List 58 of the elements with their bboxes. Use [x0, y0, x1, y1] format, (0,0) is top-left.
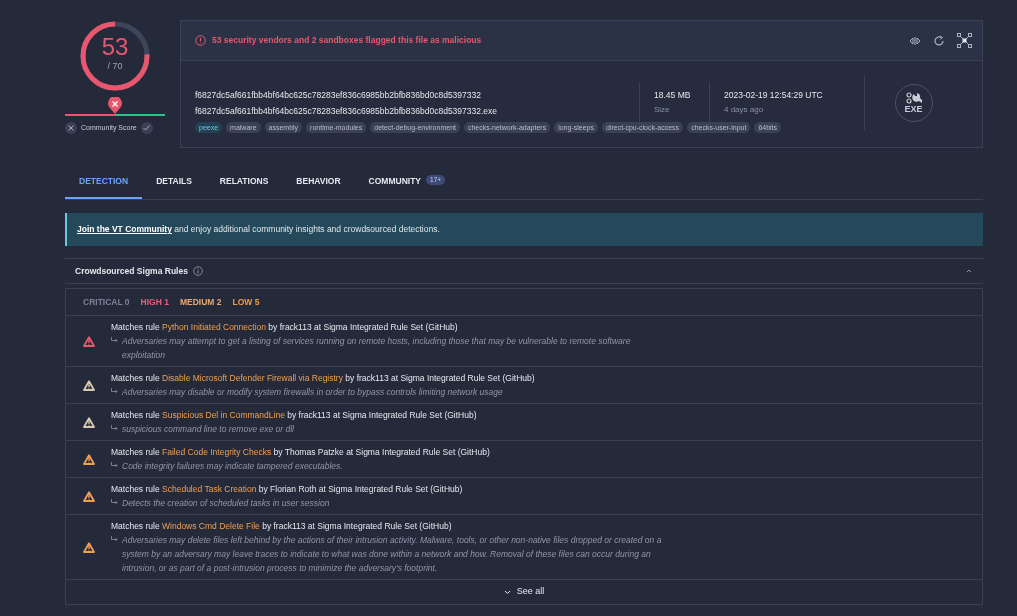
size-label: Size	[654, 104, 671, 117]
rule-match-text: Matches rule Suspicious Del in CommandLine by frack113 at Sigma Integrated Rule Set (GitHub)	[111, 409, 478, 422]
file-name: f6827dc5af661fbb4bf64bc625c78283ef836c6985bb2bfb836bd0c8d5397332.exe	[195, 104, 499, 117]
rule-name-link[interactable]: Failed Code Integrity Checks	[162, 447, 272, 457]
alert-icon	[195, 35, 206, 46]
rule-description: suspicious command line to remove exe or dll	[122, 423, 295, 436]
see-all-button[interactable]: See all	[503, 585, 545, 599]
rule-match-text: Matches rule Disable Microsoft Defender Firewall via Registry by frack113 at Sigma Integrated Rule Set (GitHub)	[111, 372, 536, 385]
file-size: 18.45 MB	[654, 88, 692, 102]
rule-name-link[interactable]: Scheduled Task Creation	[162, 484, 257, 494]
rule-name-link[interactable]: Disable Microsoft Defender Firewall via Registry	[162, 373, 343, 383]
chevron-down-icon	[503, 589, 511, 595]
tab[interactable]: BEHAVIOR	[282, 175, 355, 199]
reply-arrow-icon	[111, 499, 118, 505]
rule-match-text: Matches rule Failed Code Integrity Checks by Thomas Patzke at Sigma Integrated Rule Set (GitHub)	[111, 446, 491, 459]
section-title: Crowdsourced Sigma Rules	[75, 264, 188, 278]
rule-description: Detects the creation of scheduled tasks in user session	[122, 497, 331, 510]
detection-count: 53	[101, 34, 129, 61]
score-marker-icon	[108, 97, 122, 114]
rule-name-link[interactable]: Windows Cmd Delete File	[162, 521, 260, 531]
join-community-link[interactable]: Join the VT Community	[77, 224, 172, 235]
severity-filter[interactable]: LOW 5	[232, 295, 260, 309]
severity-filter[interactable]: MEDIUM 2	[179, 295, 222, 309]
severity-filter[interactable]: HIGH 1	[140, 295, 169, 309]
score-ring	[79, 20, 151, 92]
banner-text: Join the VT Community and enjoy additional community insights and crowdsourced detections.	[77, 223, 440, 236]
relative-date: 4 days ago	[724, 104, 765, 117]
reply-arrow-icon	[111, 337, 118, 343]
rule-match-text: Matches rule Python Initiated Connection by frack113 at Sigma Integrated Rule Set (GitHub)	[111, 321, 459, 334]
alert-message: 53 security vendors and 2 sandboxes flagged this file as malicious	[212, 34, 482, 47]
vote-malicious-button[interactable]	[65, 122, 77, 134]
rule-name-link[interactable]: Python Initiated Connection	[162, 322, 266, 332]
rule-match-text: Matches rule Windows Cmd Delete File by frack113 at Sigma Integrated Rule Set (GitHub)	[111, 520, 453, 533]
reanalyze-icon[interactable]	[933, 34, 945, 47]
tab[interactable]: DETAILS	[142, 175, 206, 199]
info-icon[interactable]	[192, 266, 203, 276]
tab[interactable]: DETECTION	[65, 175, 143, 199]
checkmark-icon	[143, 125, 151, 131]
reply-arrow-icon	[111, 536, 118, 542]
total-engines: / 70	[107, 60, 123, 74]
rule-description: Adversaries may disable or modify system firewalls in order to bypass controls limiting network usage	[122, 386, 504, 399]
rule-description: Code integrity failures may indicate tampered executables.	[122, 460, 344, 473]
rule-description: Adversaries may attempt to get a listing of services running on remote hosts, including those that may be vulnerable to remote software exploitation	[122, 335, 632, 362]
graph-icon[interactable]	[957, 33, 972, 48]
reply-arrow-icon	[111, 388, 118, 394]
severity-filter[interactable]: CRITICAL 0	[83, 295, 130, 309]
compare-icon[interactable]	[909, 35, 921, 46]
collapse-icon[interactable]	[965, 268, 973, 274]
rule-match-text: Matches rule Scheduled Task Creation by Florian Roth at Sigma Integrated Rule Set (GitHub)	[111, 483, 464, 496]
vote-harmless-button[interactable]	[140, 122, 153, 134]
reply-arrow-icon	[111, 425, 118, 431]
rule-description: Adversaries may delete files left behind by the actions of their intrusion activity. Malware, tools, or other non-native files dropped or created on a system by an adversary may leave traces to indicate to what was done within a network and how. Removal of these files can occur during an intrusion, or as part of a post-intrusion process to minimize the adversary's footprint.	[122, 534, 663, 575]
close-icon	[68, 125, 74, 131]
analysis-date: 2023-02-19 12:54:29 UTC	[724, 88, 824, 102]
tab[interactable]: RELATIONS	[205, 175, 283, 199]
file-hash: f6827dc5af661fbb4bf64bc625c78283ef836c6985bb2bfb836bd0c8d5397332	[195, 88, 482, 101]
reply-arrow-icon	[111, 462, 118, 468]
rule-name-link[interactable]: Suspicious Del in CommandLine	[162, 410, 285, 420]
